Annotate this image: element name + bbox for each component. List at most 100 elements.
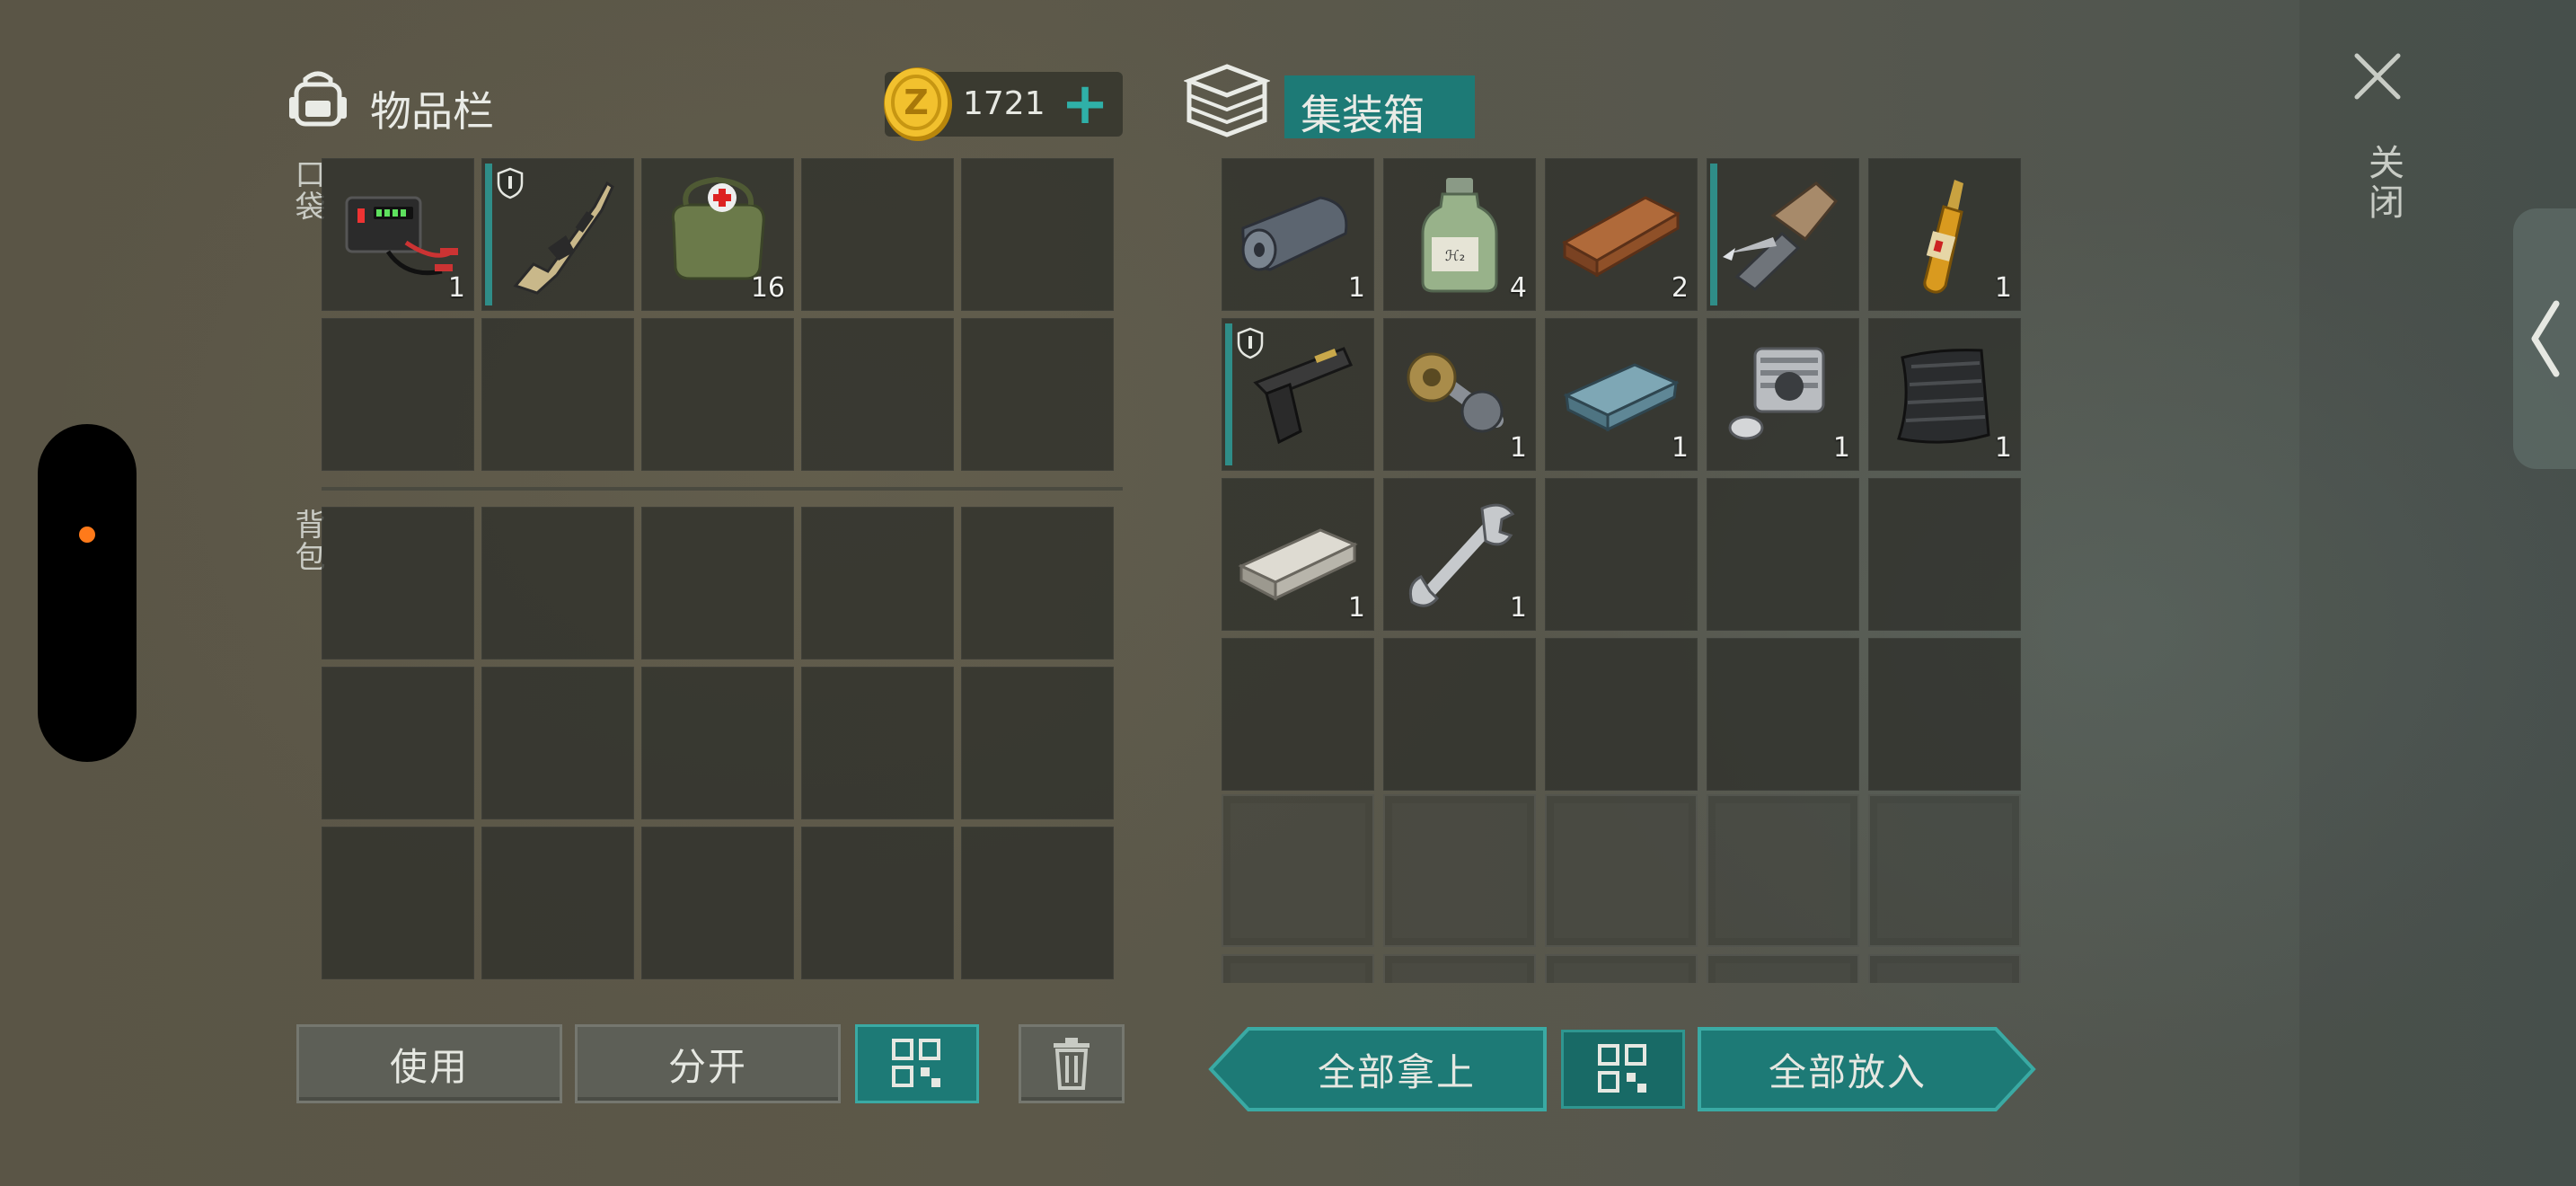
equipped-indicator [1225,323,1232,465]
side-drawer-tab[interactable] [2513,208,2576,469]
backpack-slot[interactable] [801,507,954,659]
backpack-slot[interactable] [961,667,1114,819]
svg-text:ℋ₂: ℋ₂ [1445,247,1465,264]
container-slot[interactable] [1545,638,1698,791]
put-all-button[interactable]: 全部放入 [1699,1030,1996,1109]
container-slot[interactable] [1868,638,2021,791]
locked-slot [1383,794,1536,947]
backpack-grid [322,507,1114,979]
pocket-slot[interactable] [481,318,634,471]
item-count: 4 [1509,272,1527,304]
pocket-slot[interactable] [801,158,954,311]
container-slot[interactable] [1707,638,1859,791]
close-icon[interactable] [2351,50,2404,102]
split-button[interactable]: 分开 [575,1024,841,1103]
currency-amount: 1721 [963,85,1045,122]
pocket-slot[interactable]: 1 [322,158,474,311]
engine-cylinder-icon [1728,347,1825,440]
backpack-slot[interactable] [481,667,634,819]
pocket-slot[interactable] [322,318,474,471]
backpack-slot[interactable] [641,667,794,819]
equipped-indicator [485,164,492,305]
carbon-fabric-icon [1897,349,1990,444]
backpack-slot[interactable] [322,667,474,819]
container-slot[interactable]: 1 [1868,158,2021,311]
pocket-slot[interactable]: 16 [641,158,794,311]
backpack-slot[interactable] [481,827,634,979]
assault-rifle-icon [513,181,614,295]
chevron-left-icon [2531,300,2560,377]
locked-slot [1707,954,1859,983]
backpack-slot[interactable] [641,827,794,979]
add-currency-button[interactable]: + [1061,75,1109,133]
pocket-slot[interactable] [641,318,794,471]
backpack-slot[interactable] [322,507,474,659]
coin-icon: Z [884,67,952,141]
item-count: 1 [1832,432,1850,464]
container-slot[interactable]: 1 [1383,478,1536,631]
auto-sort-inventory-button[interactable] [855,1024,979,1103]
container-slot[interactable]: 1 [1707,318,1859,471]
locked-slot [1545,954,1698,983]
right-margin-shade [2299,0,2576,1186]
locked-slots-area [1222,794,2021,983]
pocket-slot[interactable] [481,158,634,311]
container-slot[interactable] [1707,158,1859,311]
container-slot[interactable]: 1 [1545,318,1698,471]
gear-shaft-icon [1407,352,1504,433]
container-slot[interactable] [1222,638,1374,791]
backpack-slot[interactable] [801,667,954,819]
item-count: 1 [1347,272,1365,304]
locked-slot [1868,794,2021,947]
metal-ingot-icon [1563,363,1680,432]
container-box-icon [1184,64,1270,137]
item-count: 2 [1671,272,1689,304]
container-slot[interactable] [1707,478,1859,631]
discard-button[interactable] [1019,1024,1125,1103]
battery-jumper-icon [345,196,458,276]
container-slot[interactable] [1545,478,1698,631]
steel-bar-icon [1238,528,1358,601]
item-count: 1 [1671,432,1689,464]
harpoon-launcher-icon [1723,181,1839,291]
container-slot[interactable]: 1 [1383,318,1536,471]
container-slot[interactable]: 1 [1868,318,2021,471]
close-label[interactable]: 关闭 [2357,144,2409,223]
wood-plank-icon [1561,196,1681,278]
pocket-slot[interactable] [801,318,954,471]
backpack-icon [289,71,347,127]
item-count: 1 [1509,432,1527,464]
locked-slot [1868,954,2021,983]
locked-slot [1707,794,1859,947]
sort-grid-icon [1598,1044,1646,1093]
fabric-roll-icon [1241,196,1348,271]
container-slot[interactable]: ℋ₂ 4 [1383,158,1536,311]
equipped-indicator [1710,164,1717,305]
chemical-bottle-icon: ℋ₂ [1421,178,1498,293]
item-count: 1 [1994,272,2012,304]
section-divider [322,487,1123,491]
item-count: 1 [1347,592,1365,624]
sort-grid-icon [892,1039,940,1087]
container-slot[interactable]: 1 [1222,478,1374,631]
backpack-slot[interactable] [322,827,474,979]
backpack-slot[interactable] [961,827,1114,979]
container-slot[interactable] [1383,638,1536,791]
trash-icon [1054,1038,1090,1090]
container-slot[interactable]: 2 [1545,158,1698,311]
pocket-slot[interactable] [961,318,1114,471]
auto-sort-container-button[interactable] [1561,1030,1685,1109]
locked-slot [1383,954,1536,983]
backpack-slot[interactable] [641,507,794,659]
container-slot[interactable]: 1 [1222,158,1374,311]
backpack-slot[interactable] [801,827,954,979]
pocket-slot[interactable] [961,158,1114,311]
take-all-button[interactable]: 全部拿上 [1248,1030,1545,1109]
container-slot[interactable] [1868,478,2021,631]
backpack-slot[interactable] [481,507,634,659]
container-slot[interactable] [1222,318,1374,471]
floating-assist-pill[interactable] [38,424,137,762]
use-button[interactable]: 使用 [296,1024,562,1103]
backpack-slot[interactable] [961,507,1114,659]
item-count: 1 [447,272,465,304]
